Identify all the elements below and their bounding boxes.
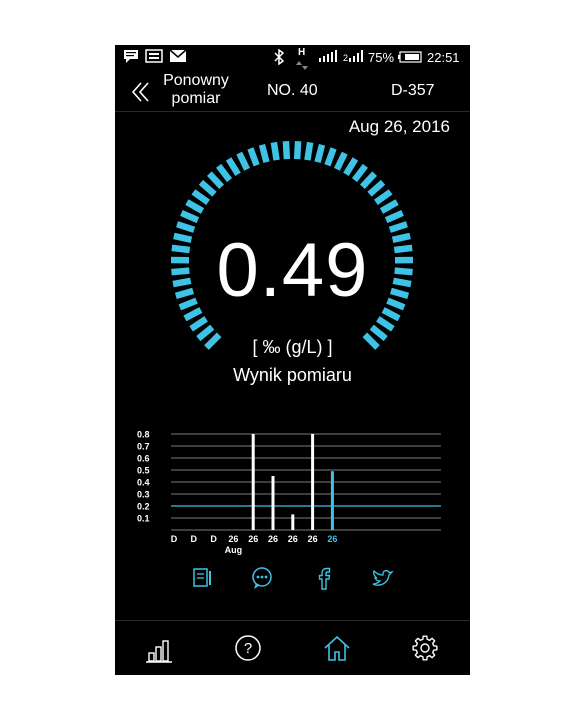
twitter-icon[interactable] xyxy=(370,565,396,591)
header: Ponowny pomiar NO. 40 D-357 xyxy=(115,69,470,112)
chat-icon xyxy=(123,49,139,66)
home-icon[interactable] xyxy=(320,631,354,665)
stats-icon[interactable] xyxy=(143,631,177,665)
settings-icon[interactable] xyxy=(408,631,442,665)
retry-measurement-link[interactable]: Ponowny pomiar xyxy=(157,72,235,108)
x-tick-label: 26 xyxy=(327,534,337,544)
gauge-segment xyxy=(225,157,241,176)
y-tick-label: 0.6 xyxy=(137,454,150,464)
back-button[interactable] xyxy=(129,77,155,107)
gauge-segment xyxy=(185,199,205,214)
chart-bar[interactable] xyxy=(271,476,275,530)
x-tick-label: D xyxy=(171,534,178,544)
notes-icon[interactable] xyxy=(190,565,216,591)
y-tick-label: 0.4 xyxy=(137,478,150,488)
x-tick-label: 26 xyxy=(308,534,318,544)
reading-label: Wynik pomiaru xyxy=(233,365,352,385)
x-tick-label: 26 xyxy=(268,534,278,544)
signal-icon xyxy=(318,49,338,66)
x-tick-label: 26 xyxy=(288,534,298,544)
chart-bar[interactable] xyxy=(251,434,255,530)
gauge-segment xyxy=(367,179,386,197)
gauge-segment xyxy=(216,163,233,183)
network-type: H xyxy=(298,47,306,58)
clock: 22:51 xyxy=(427,50,460,65)
measurement-number: NO. 40 xyxy=(267,82,318,99)
gauge-segment xyxy=(236,151,251,171)
gauge-segment xyxy=(189,316,208,332)
share-bar xyxy=(115,565,470,595)
y-tick-label: 0.5 xyxy=(137,466,150,476)
gauge-segment xyxy=(293,140,302,160)
battery-icon xyxy=(398,51,422,66)
gauge-segment xyxy=(379,199,399,214)
gauge-segment xyxy=(333,151,348,171)
y-tick-label: 0.3 xyxy=(137,490,150,500)
gauge-segment xyxy=(376,316,395,332)
gauge-segment xyxy=(384,209,404,224)
x-tick-label: 26 xyxy=(248,534,258,544)
gauge-segment xyxy=(198,179,217,197)
reading-value: 0.49 xyxy=(216,228,369,313)
status-bar: H 2 75% 22:51 xyxy=(115,45,470,70)
x-month-label: Aug xyxy=(225,545,243,555)
gauge-segment xyxy=(247,147,260,167)
device-id: D-357 xyxy=(391,82,435,99)
gauge-segment xyxy=(282,140,291,160)
x-tick-label: D xyxy=(210,534,217,544)
x-tick-label: D xyxy=(191,534,198,544)
chart-bar[interactable] xyxy=(330,471,334,530)
gauge-segment xyxy=(191,189,210,205)
reading-unit: [ ‰ (g/L) ] xyxy=(252,337,333,357)
phone-screen: H 2 75% 22:51 Ponowny pomiar NO. 40 D-35… xyxy=(115,45,470,675)
x-tick-label: 26 xyxy=(228,534,238,544)
svg-text:2: 2 xyxy=(343,53,348,63)
chart-bar[interactable] xyxy=(291,514,295,530)
gauge-segment xyxy=(351,163,368,183)
y-tick-label: 0.2 xyxy=(137,502,150,512)
measurement-date: Aug 26, 2016 xyxy=(348,117,450,136)
gauge-segment xyxy=(374,189,393,205)
bottom-nav: ? xyxy=(115,620,470,675)
battery-percent: 75% xyxy=(368,50,395,65)
help-icon[interactable]: ? xyxy=(231,631,265,665)
history-chart: 0.80.70.60.50.40.30.20.1D D D 26 26 26 26 26 26A… xyxy=(137,430,441,555)
chart-bar[interactable] xyxy=(311,434,315,530)
mail-icon xyxy=(169,49,187,66)
gauge-segment xyxy=(258,143,270,164)
gauge-segment xyxy=(314,143,326,164)
chat-bubble-icon[interactable] xyxy=(249,565,275,591)
gauge-segment xyxy=(324,147,337,167)
facebook-icon[interactable] xyxy=(311,565,337,591)
bluetooth-icon xyxy=(273,48,285,68)
gauge-segment xyxy=(343,157,359,176)
y-tick-label: 0.1 xyxy=(137,514,150,524)
gauge-segment xyxy=(270,141,280,161)
retry-label-line1: Ponowny xyxy=(163,72,229,89)
gauge-segment xyxy=(206,171,225,189)
y-tick-label: 0.8 xyxy=(137,430,150,440)
gauge-segment xyxy=(180,209,200,224)
gauge-segment xyxy=(359,171,378,189)
y-tick-label: 0.7 xyxy=(137,442,150,452)
signal-icon-2: 2 xyxy=(343,49,365,66)
retry-label-line2: pomiar xyxy=(171,90,221,107)
double-chevron-left-icon xyxy=(131,82,149,102)
keyboard-icon xyxy=(145,49,163,66)
gauge-segment xyxy=(304,141,314,161)
svg-text:?: ? xyxy=(244,640,252,657)
